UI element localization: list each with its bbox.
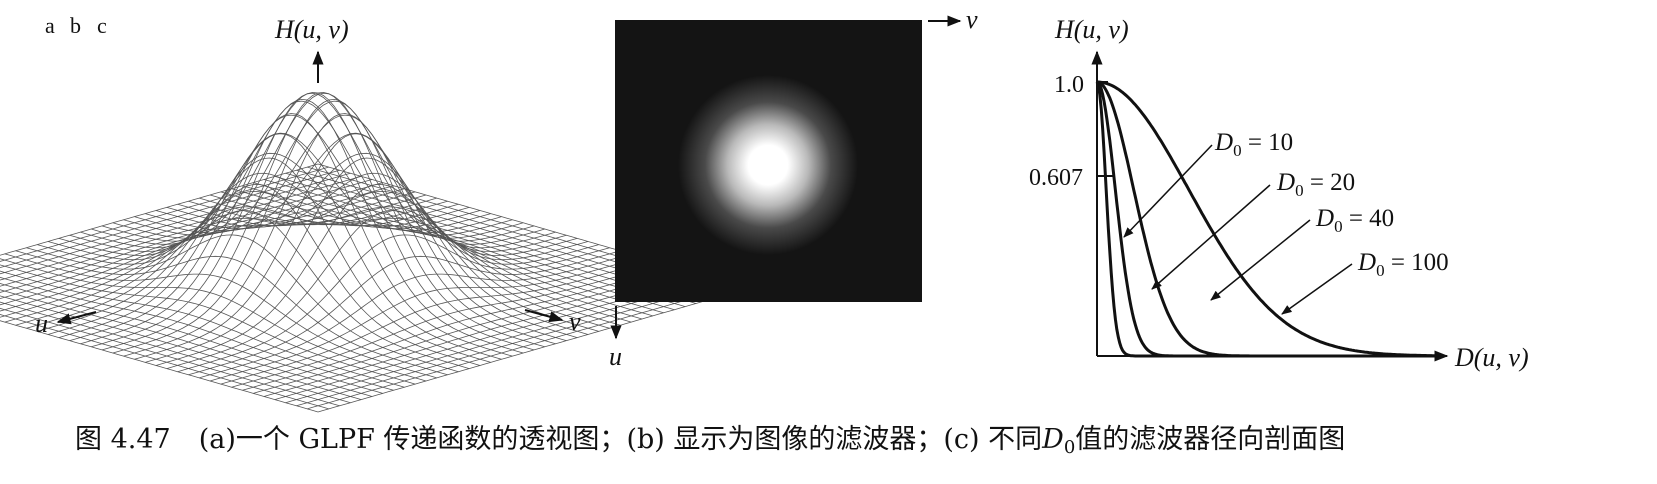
mesh-line-v bbox=[0, 301, 351, 404]
y-tick-label-0-607: 0.607 bbox=[1029, 165, 1083, 191]
panel-c-radial-profile-chart: H(u, v) D(u, v) 1.0 0.607 D0 = 10 D0 = 2… bbox=[1029, 15, 1529, 372]
mesh-line-u bbox=[47, 152, 481, 335]
panel-label-c: c bbox=[97, 13, 107, 38]
annotation-d0-10: D0 = 10 bbox=[1123, 129, 1293, 238]
annotation-arrow-d0-40 bbox=[1210, 219, 1311, 301]
annotation-label-d0-40: D0 = 40 bbox=[1315, 205, 1394, 236]
filter-image-blob bbox=[678, 75, 858, 255]
mesh-line-v bbox=[155, 152, 589, 335]
mesh-line-v bbox=[0, 276, 394, 391]
mesh-line-u bbox=[0, 169, 340, 269]
mesh-line-v bbox=[177, 191, 610, 329]
annotation-label-d0-20: D0 = 20 bbox=[1276, 169, 1355, 200]
mesh-line-v bbox=[188, 200, 621, 326]
annotation-label-d0-100: D0 = 100 bbox=[1357, 249, 1449, 280]
x-axis-label: D(u, v) bbox=[1454, 343, 1529, 372]
figure: a b c H(u, v) u v v u H(u, v) D(u, v) 1.… bbox=[0, 5, 1529, 413]
panel-label-a: a bbox=[45, 13, 55, 38]
mesh-line-v bbox=[0, 320, 319, 413]
v-direction-label: v bbox=[966, 5, 978, 34]
mesh-line-v bbox=[91, 98, 524, 354]
mesh-line-u bbox=[134, 133, 567, 360]
mesh-line-v bbox=[47, 183, 481, 366]
mesh-line-u bbox=[101, 91, 535, 351]
caption-part-b: (b) 显示为图像的滤波器； bbox=[626, 424, 944, 455]
u-direction-label: u bbox=[609, 342, 622, 371]
panel-label-b: b bbox=[70, 13, 81, 38]
z-axis-label: H(u, v) bbox=[274, 15, 349, 44]
y-axis-label: H(u, v) bbox=[1054, 15, 1129, 44]
mesh-line-u bbox=[58, 132, 491, 338]
annotation-arrow-d0-100 bbox=[1281, 263, 1353, 315]
u-axis-label: u bbox=[35, 309, 48, 338]
mesh-line-u bbox=[0, 179, 373, 287]
figure-caption: 图 4.47 (a)一个 GLPF 传递函数的透视图；(b) 显示为图像的滤波器；… bbox=[75, 417, 1635, 458]
mesh-line-v bbox=[112, 92, 545, 348]
mesh-line-u bbox=[15, 200, 448, 326]
caption-part-a: (a)一个 GLPF 传递函数的透视图； bbox=[198, 424, 627, 455]
mesh-line-v bbox=[69, 133, 502, 360]
panel-labels: a b c bbox=[45, 13, 107, 38]
panel-b-filter-image: v u bbox=[609, 5, 978, 371]
caption-figure-number: 图 4.47 bbox=[75, 424, 171, 455]
mesh-line-v bbox=[101, 91, 535, 351]
caption-part-c-suffix: 值的滤波器径向剖面图 bbox=[1075, 424, 1346, 455]
caption-part-c-symbol: D bbox=[1042, 424, 1064, 455]
annotation-arrow-d0-10 bbox=[1123, 144, 1213, 238]
mesh-line-u bbox=[155, 183, 589, 366]
caption-part-c-subscript: 0 bbox=[1063, 437, 1076, 458]
mesh-line-u bbox=[112, 98, 545, 354]
caption-part-c-prefix: (c) 不同 bbox=[943, 424, 1043, 455]
mesh-line-v bbox=[145, 132, 578, 338]
mesh-line-u bbox=[91, 92, 524, 348]
annotation-label-d0-10: D0 = 10 bbox=[1214, 129, 1293, 160]
annotation-arrow-d0-20 bbox=[1151, 184, 1271, 290]
y-tick-label-1-0: 1.0 bbox=[1054, 72, 1084, 98]
mesh-line-u bbox=[26, 191, 459, 329]
v-axis-label: v bbox=[569, 307, 581, 336]
mesh-line-u bbox=[0, 176, 362, 281]
annotation-d0-100: D0 = 100 bbox=[1281, 249, 1449, 315]
